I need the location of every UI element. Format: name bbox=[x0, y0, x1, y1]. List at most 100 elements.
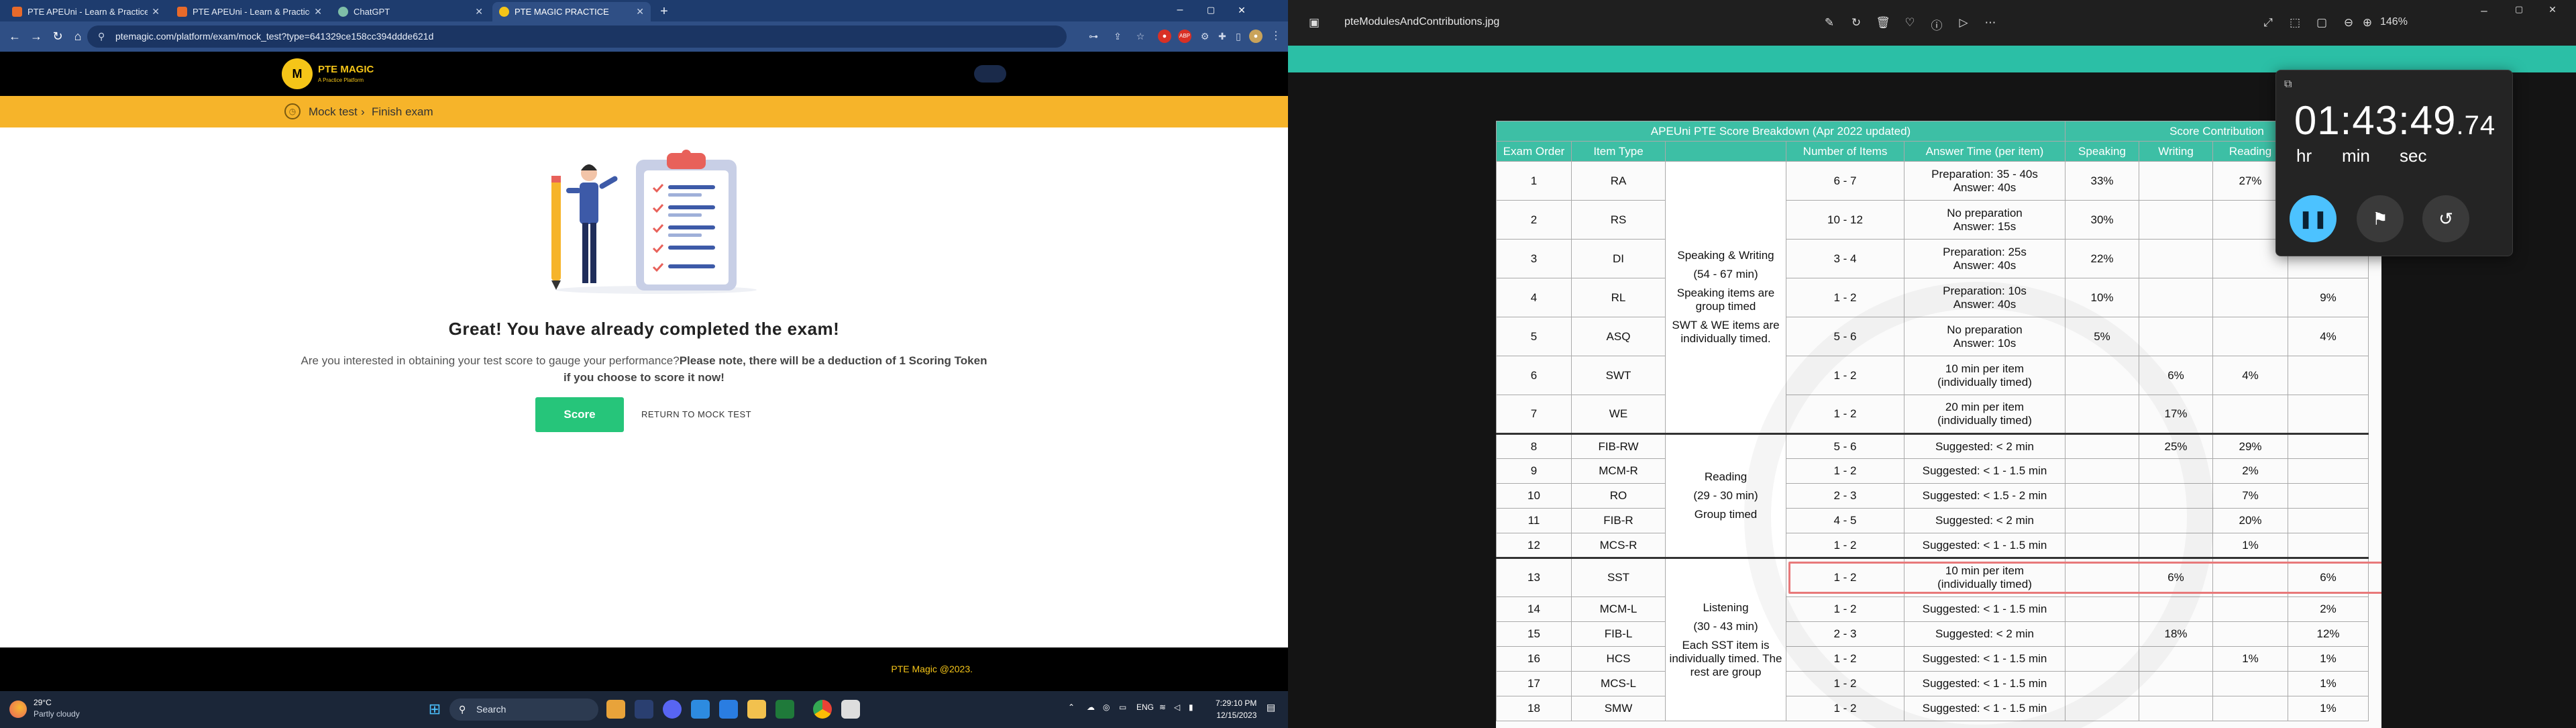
lap-flag-button[interactable]: ⚑ bbox=[2357, 195, 2404, 242]
power-icon[interactable]: ▮ bbox=[1189, 703, 1193, 712]
adblock-icon[interactable]: ABP bbox=[1178, 30, 1191, 43]
bookmark-star-icon[interactable]: ☆ bbox=[1134, 30, 1147, 43]
extension-icon[interactable]: ⚙ bbox=[1198, 30, 1212, 43]
notifications-icon[interactable]: ▤ bbox=[1267, 702, 1275, 713]
edit-image-icon[interactable]: ✎ bbox=[1822, 16, 1837, 30]
cell-writing bbox=[2139, 696, 2213, 721]
cell-listening bbox=[2288, 458, 2369, 484]
share-icon[interactable]: ⇪ bbox=[1111, 30, 1124, 43]
tab-chatgpt[interactable]: ChatGPT ✕ bbox=[331, 2, 490, 21]
profile-avatar[interactable]: ● bbox=[1249, 30, 1263, 43]
vscode-insiders-icon[interactable] bbox=[719, 700, 738, 719]
pause-button[interactable]: ❚❚ bbox=[2290, 195, 2337, 242]
group-line: (30 - 43 min) bbox=[1693, 619, 1758, 633]
widgets-app-icon[interactable] bbox=[635, 700, 653, 719]
score-button[interactable]: Score bbox=[535, 397, 624, 432]
close-window-button[interactable]: ✕ bbox=[1226, 0, 1257, 21]
rotate-icon[interactable]: ↻ bbox=[1849, 16, 1864, 30]
volume-icon[interactable]: ◁ bbox=[1174, 703, 1180, 712]
vscode-icon[interactable] bbox=[691, 700, 710, 719]
user-menu-pill[interactable] bbox=[974, 65, 1006, 83]
table-title: APEUni PTE Score Breakdown (Apr 2022 upd… bbox=[1496, 121, 2065, 142]
actual-size-icon[interactable]: ▢ bbox=[2314, 16, 2329, 30]
stopwatch-widget[interactable]: ⧉ 01:43:49.74 hr min sec ❚❚ ⚑ ↺ bbox=[2275, 70, 2513, 256]
cell-exam-order: 13 bbox=[1496, 557, 1572, 597]
address-bar[interactable]: ⚲ ptemagic.com/platform/exam/mock_test?t… bbox=[87, 25, 1067, 48]
favorite-heart-icon[interactable]: ♡ bbox=[1902, 16, 1917, 30]
breadcrumb-mock-test[interactable]: Mock test bbox=[309, 105, 358, 119]
puzzle-icon[interactable]: ✚ bbox=[1216, 30, 1229, 43]
reset-button[interactable]: ↺ bbox=[2422, 195, 2469, 242]
chrome-icon[interactable] bbox=[813, 700, 832, 719]
compact-overlay-icon[interactable]: ⧉ bbox=[2284, 79, 2292, 91]
cell-listening: 6% bbox=[2288, 557, 2369, 597]
clock-date: 12/15/2023 bbox=[1216, 711, 1257, 720]
viewer-titlebar: ▣ pteModulesAndContributions.jpg ✎ ↻ 🗑 ♡… bbox=[1288, 0, 2576, 46]
start-windows-icon[interactable]: ⊞ bbox=[425, 700, 444, 719]
cell-item-type: RA bbox=[1571, 161, 1666, 201]
close-tab-icon[interactable]: ✕ bbox=[475, 6, 483, 17]
site-info-icon[interactable]: ⚲ bbox=[98, 25, 105, 48]
stopwatch-readout: 01:43:49.74 bbox=[2276, 97, 2514, 144]
clock-app-icon[interactable] bbox=[841, 700, 860, 719]
files-app-icon[interactable] bbox=[606, 700, 625, 719]
close-window-button[interactable]: ✕ bbox=[2545, 4, 2560, 15]
fit-window-icon[interactable]: ⬚ bbox=[2288, 16, 2302, 30]
back-arrow-icon[interactable]: ← bbox=[5, 27, 24, 46]
tab-pte-magic[interactable]: PTE MAGIC PRACTICE ✕ bbox=[492, 2, 651, 21]
reload-icon[interactable]: ↻ bbox=[48, 27, 67, 46]
home-icon[interactable]: ⌂ bbox=[68, 27, 87, 46]
close-tab-icon[interactable]: ✕ bbox=[314, 6, 322, 17]
cell-exam-order: 4 bbox=[1496, 278, 1572, 317]
tray-app-icon[interactable]: ◎ bbox=[1103, 703, 1110, 712]
minimize-button[interactable]: – bbox=[1165, 0, 1195, 21]
cell-reading bbox=[2212, 621, 2288, 647]
return-to-mock-test-link[interactable]: RETURN TO MOCK TEST bbox=[641, 407, 751, 423]
taskbar-search[interactable]: ⚲ Search bbox=[449, 698, 598, 721]
wifi-icon[interactable]: ≋ bbox=[1159, 703, 1166, 712]
kebab-menu-icon[interactable]: ⋮ bbox=[1269, 30, 1283, 43]
tray-chevron-icon[interactable]: ⌃ bbox=[1068, 703, 1075, 712]
extension-red-icon[interactable]: ● bbox=[1158, 30, 1171, 43]
more-options-icon[interactable]: ⋯ bbox=[1983, 16, 1998, 30]
cell-exam-order: 9 bbox=[1496, 458, 1572, 484]
cell-item-type: RS bbox=[1571, 200, 1666, 240]
taskbar-clock[interactable]: 7:29:10 PM 12/15/2023 bbox=[1216, 697, 1256, 721]
breadcrumb-separator: › bbox=[361, 105, 365, 118]
tab-label: ChatGPT bbox=[354, 7, 390, 17]
new-tab-button[interactable]: + bbox=[653, 2, 675, 21]
weather-desc[interactable]: Partly cloudy bbox=[34, 709, 80, 719]
tab-apeuni-2[interactable]: PTE APEUni - Learn & Practice P ✕ bbox=[170, 2, 329, 21]
language-indicator[interactable]: ENG bbox=[1136, 703, 1154, 712]
zoom-in-icon[interactable]: ⊕ bbox=[2360, 16, 2375, 30]
slideshow-icon[interactable]: ▷ bbox=[1956, 16, 1971, 30]
delete-icon[interactable]: 🗑 bbox=[1876, 16, 1890, 30]
zoom-out-icon[interactable]: ⊖ bbox=[2341, 16, 2356, 30]
minimize-button[interactable]: – bbox=[2477, 4, 2491, 17]
teams-chat-icon[interactable] bbox=[663, 700, 682, 719]
info-icon[interactable]: ⓘ bbox=[1929, 16, 1944, 33]
file-explorer-icon[interactable] bbox=[747, 700, 766, 719]
maximize-button[interactable]: ▢ bbox=[2512, 4, 2526, 15]
forward-arrow-icon[interactable]: → bbox=[27, 27, 46, 46]
close-tab-icon[interactable]: ✕ bbox=[152, 6, 160, 17]
cell-reading bbox=[2212, 557, 2288, 597]
onedrive-icon[interactable]: ☁ bbox=[1087, 703, 1095, 712]
tab-apeuni-1[interactable]: PTE APEUni - Learn & Practice PT ✕ bbox=[5, 2, 166, 21]
battery-icon[interactable]: ▭ bbox=[1119, 703, 1126, 712]
cell-exam-order: 8 bbox=[1496, 433, 1572, 459]
weather-temp[interactable]: 29°C bbox=[34, 698, 52, 707]
logo-name: PTE MAGIC bbox=[318, 64, 374, 75]
weather-icon[interactable] bbox=[9, 700, 27, 718]
cell-writing bbox=[2139, 200, 2213, 240]
close-tab-icon[interactable]: ✕ bbox=[636, 6, 644, 17]
cell-listening: 1% bbox=[2288, 646, 2369, 672]
search-placeholder: Search bbox=[476, 704, 506, 715]
sidebar-icon[interactable]: ▯ bbox=[1232, 30, 1245, 43]
install-icon[interactable]: ⊶ bbox=[1087, 30, 1100, 43]
excel-icon[interactable] bbox=[775, 700, 794, 719]
maximize-button[interactable]: ▢ bbox=[1195, 0, 1226, 21]
pte-magic-logo[interactable]: M bbox=[282, 58, 313, 89]
fullscreen-icon[interactable]: ⤢ bbox=[2261, 16, 2275, 30]
breadcrumb-finish-exam: Finish exam bbox=[372, 105, 433, 118]
